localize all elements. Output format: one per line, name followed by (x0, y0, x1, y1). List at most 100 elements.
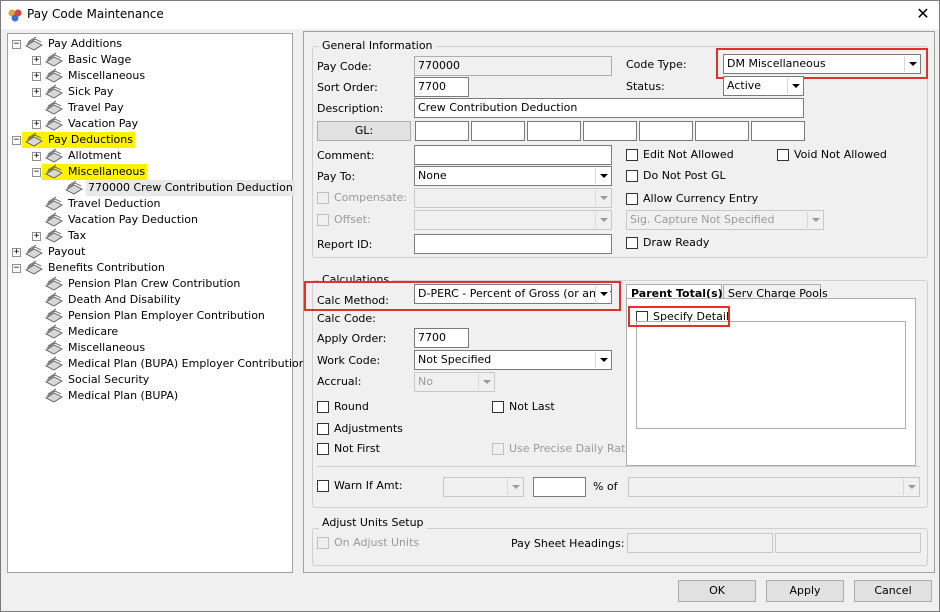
title-bar: Pay Code Maintenance ✕ (1, 1, 939, 29)
tree-item[interactable]: − Miscellaneous (8, 164, 292, 180)
tree-item[interactable]: Pension Plan Employer Contribution (8, 308, 292, 324)
warn-amt-field[interactable] (533, 477, 586, 497)
not-first-checkbox[interactable]: Not First (317, 441, 417, 457)
round-checkbox[interactable]: Round (317, 399, 417, 415)
gl-button[interactable]: GL: (317, 121, 411, 141)
tree-item[interactable]: + Allotment (8, 148, 292, 164)
report-id-label: Report ID: (317, 238, 373, 251)
comment-field[interactable] (414, 145, 612, 165)
tree-item-label: Sick Pay (68, 85, 114, 98)
tree-item[interactable]: + Miscellaneous (8, 68, 292, 84)
gl-segment-7[interactable] (751, 121, 805, 141)
gl-segment-3[interactable] (527, 121, 581, 141)
calc-code-label: Calc Code: (317, 312, 376, 325)
not-last-checkbox[interactable]: Not Last (492, 399, 592, 415)
paycode-node-icon (44, 116, 64, 132)
pay-to-select[interactable]: None (414, 166, 612, 186)
footer: OK Apply Cancel (1, 577, 939, 611)
chevron-down-icon (807, 212, 822, 228)
gl-segment-2[interactable] (471, 121, 525, 141)
tree-item[interactable]: Miscellaneous (8, 340, 292, 356)
expand-icon[interactable]: + (32, 72, 41, 81)
cancel-button[interactable]: Cancel (854, 580, 932, 602)
draw-ready-checkbox[interactable]: Draw Ready (626, 235, 766, 251)
pct-of-select (628, 477, 920, 497)
tree-item[interactable]: − Pay Deductions (8, 132, 292, 148)
pay-code-tree[interactable]: − Pay Additions + Basic Wage + Miscellaneous +… (7, 33, 306, 573)
tree-item[interactable]: − Pay Additions (8, 36, 292, 52)
expand-icon[interactable]: + (12, 248, 21, 257)
tree-item[interactable]: Death And Disability (8, 292, 292, 308)
chevron-down-icon[interactable] (595, 352, 610, 368)
pay-sheet-heading-1 (627, 533, 773, 553)
compensate-select (414, 188, 612, 208)
paycode-node-icon (44, 148, 64, 164)
tree-item[interactable]: + Basic Wage (8, 52, 292, 68)
chevron-down-icon[interactable] (787, 78, 802, 94)
warn-divider (317, 466, 920, 467)
expand-icon[interactable]: + (32, 120, 41, 129)
apply-order-field[interactable]: 7700 (414, 328, 469, 348)
warn-if-amt-checkbox[interactable]: Warn If Amt: (317, 478, 427, 494)
calc-method-highlight (304, 281, 621, 311)
code-type-highlight (716, 48, 928, 79)
accrual-label: Accrual: (317, 375, 362, 388)
tree-item[interactable]: Medical Plan (BUPA) Employer Contributio… (8, 356, 306, 372)
close-window-button[interactable]: ✕ (911, 3, 935, 25)
tree-item[interactable]: + Sick Pay (8, 84, 292, 100)
tree-item[interactable]: Travel Pay (8, 100, 292, 116)
status-select[interactable]: Active (723, 76, 804, 96)
tree-item[interactable]: Pension Plan Crew Contribution (8, 276, 292, 292)
void-not-allowed-checkbox[interactable]: Void Not Allowed (777, 147, 917, 163)
description-label: Description: (317, 102, 384, 115)
ok-button[interactable]: OK (678, 580, 756, 602)
tree-item[interactable]: + Vacation Pay (8, 116, 292, 132)
collapse-icon[interactable]: − (12, 264, 21, 273)
parent-totals-list[interactable] (636, 321, 906, 429)
description-field[interactable]: Crew Contribution Deduction (414, 98, 804, 118)
gl-segment-1[interactable] (415, 121, 469, 141)
sort-order-field[interactable]: 7700 (414, 77, 469, 97)
tree-item[interactable]: Medical Plan (BUPA) (8, 388, 292, 404)
on-adjust-units-checkbox: On Adjust Units (317, 535, 437, 551)
tree-item[interactable]: + Payout (8, 244, 292, 260)
gl-segment-4[interactable] (583, 121, 637, 141)
compensate-checkbox: Compensate: (317, 190, 412, 206)
collapse-icon[interactable]: − (12, 136, 21, 145)
adjustments-checkbox[interactable]: Adjustments (317, 421, 437, 437)
tree-item[interactable]: Travel Deduction (8, 196, 292, 212)
paycode-node-icon (64, 180, 84, 196)
sort-order-label: Sort Order: (317, 81, 378, 94)
tree-item[interactable]: Vacation Pay Deduction (8, 212, 292, 228)
expand-icon[interactable]: + (32, 232, 41, 241)
pct-of-label: % of (593, 480, 618, 493)
work-code-select[interactable]: Not Specified (414, 350, 612, 370)
gl-segment-6[interactable] (695, 121, 749, 141)
collapse-icon[interactable]: − (32, 168, 41, 177)
tree-item-label: Pay Deductions (46, 132, 135, 148)
tree-item[interactable]: 770000 Crew Contribution Deduction (8, 180, 295, 196)
tree-item[interactable]: − Benefits Contribution (8, 260, 292, 276)
expand-icon[interactable]: + (32, 152, 41, 161)
allow-currency-entry-checkbox[interactable]: Allow Currency Entry (626, 191, 786, 207)
paycode-node-icon (44, 388, 64, 404)
tree-item[interactable]: + Tax (8, 228, 292, 244)
gl-segment-5[interactable] (639, 121, 693, 141)
edit-not-allowed-checkbox[interactable]: Edit Not Allowed (626, 147, 766, 163)
pay-code-field: 770000 (414, 56, 612, 76)
collapse-icon[interactable]: − (12, 40, 21, 49)
tree-item-label: Vacation Pay Deduction (68, 213, 198, 226)
paycode-node-icon (44, 292, 64, 308)
tree-item-label: Pension Plan Crew Contribution (68, 277, 241, 290)
do-not-post-gl-checkbox[interactable]: Do Not Post GL (626, 168, 766, 184)
apply-button[interactable]: Apply (766, 580, 844, 602)
expand-icon[interactable]: + (32, 88, 41, 97)
tree-item[interactable]: Medicare (8, 324, 292, 340)
pay-to-label: Pay To: (317, 170, 356, 183)
tree-item[interactable]: Social Security (8, 372, 292, 388)
tree-item-label: Medical Plan (BUPA) Employer Contributio… (68, 357, 306, 370)
chevron-down-icon[interactable] (595, 168, 610, 184)
detail-panel: General Information Pay Code: 770000 Cod… (303, 31, 935, 573)
expand-icon[interactable]: + (32, 56, 41, 65)
report-id-field[interactable] (414, 234, 612, 254)
